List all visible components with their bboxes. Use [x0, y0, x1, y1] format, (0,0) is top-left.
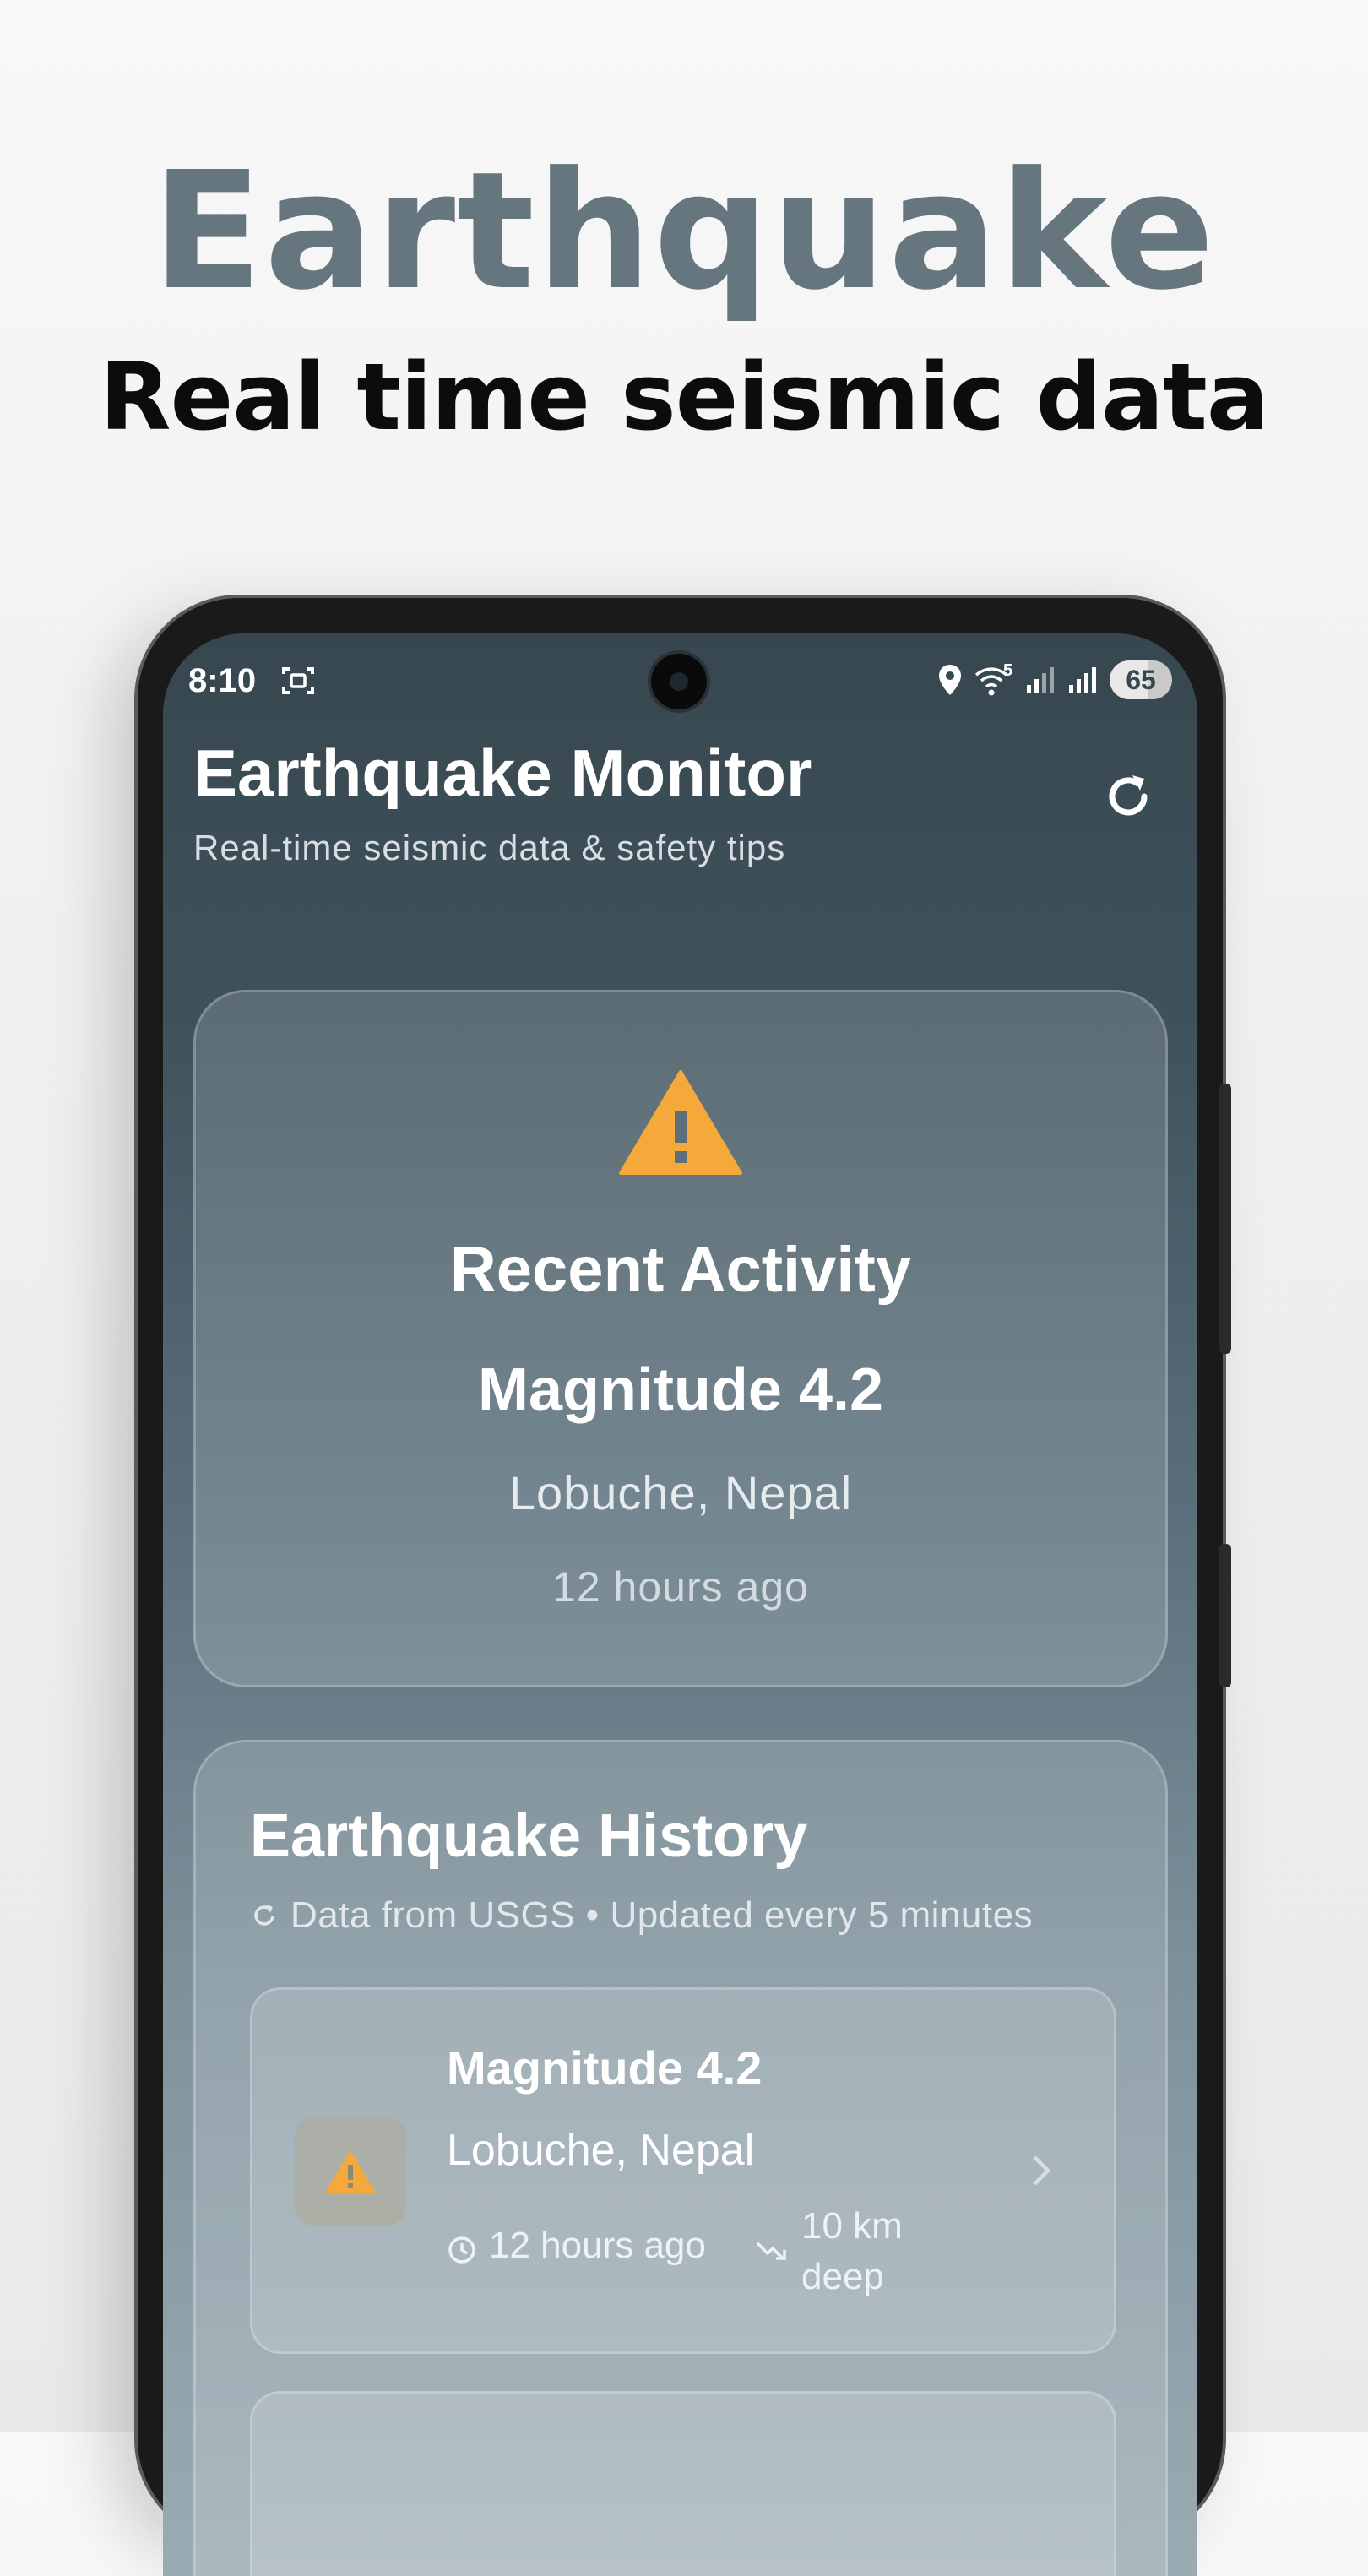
app-title: Earthquake Monitor — [193, 736, 812, 810]
app-screen: 8:10 5 65 Earthquake Monitor Real-time s… — [163, 633, 1197, 2576]
history-list-item[interactable] — [250, 2391, 1116, 2576]
chevron-right-icon — [1033, 2155, 1051, 2186]
history-title: Earthquake History — [250, 1802, 808, 1870]
history-meta: Data from USGS • Updated every 5 minutes — [250, 1894, 1033, 1937]
wifi-icon: 5 — [974, 661, 1013, 697]
location-icon — [939, 665, 961, 695]
signal-icon — [1027, 667, 1054, 693]
history-card: Earthquake History Data from USGS • Upda… — [193, 1740, 1168, 2576]
history-list-item[interactable]: Magnitude 4.2 Lobuche, Nepal 12 hours ag… — [250, 1987, 1116, 2354]
update-icon — [254, 1905, 274, 1926]
status-time: 8:10 — [188, 662, 257, 699]
refresh-icon[interactable] — [1100, 769, 1156, 824]
front-camera — [651, 654, 707, 709]
history-meta-text: Data from USGS • Updated every 5 minutes — [290, 1894, 1034, 1936]
volume-button — [1219, 1084, 1231, 1354]
item-magnitude: Magnitude 4.2 — [447, 2041, 763, 2095]
recent-activity-title: Recent Activity — [449, 1234, 912, 1306]
phone-frame: 8:10 5 65 Earthquake Monitor Real-time s… — [138, 598, 1231, 2576]
recent-activity-card[interactable]: Recent Activity Magnitude 4.2 Lobuche, N… — [193, 990, 1168, 1687]
warning-icon — [619, 1070, 742, 1175]
screenshot-icon — [282, 667, 314, 694]
battery-level: 65 — [1126, 664, 1156, 695]
item-time: 12 hours ago — [489, 2225, 706, 2266]
item-icon-box — [295, 2117, 406, 2226]
app-subtitle: Real-time seismic data & safety tips — [193, 828, 786, 867]
wifi-band-label: 5 — [1003, 661, 1013, 680]
status-bar: 8:10 5 65 — [163, 633, 1197, 726]
trending-down-icon — [756, 2242, 786, 2260]
item-depth: 10 km deep — [801, 2205, 903, 2297]
promo-title: Earthquake — [151, 138, 1217, 326]
item-location: Lobuche, Nepal — [447, 2126, 755, 2175]
clock-icon — [448, 2236, 475, 2264]
power-button — [1219, 1544, 1231, 1687]
recent-location: Lobuche, Nepal — [508, 1466, 853, 1519]
signal-icon — [1069, 667, 1096, 693]
recent-time: 12 hours ago — [552, 1563, 809, 1611]
battery-icon: 65 — [1110, 660, 1172, 699]
recent-magnitude: Magnitude 4.2 — [477, 1356, 884, 1424]
promo-subtitle: Real time seismic data — [99, 343, 1269, 451]
warning-icon — [325, 2150, 376, 2193]
